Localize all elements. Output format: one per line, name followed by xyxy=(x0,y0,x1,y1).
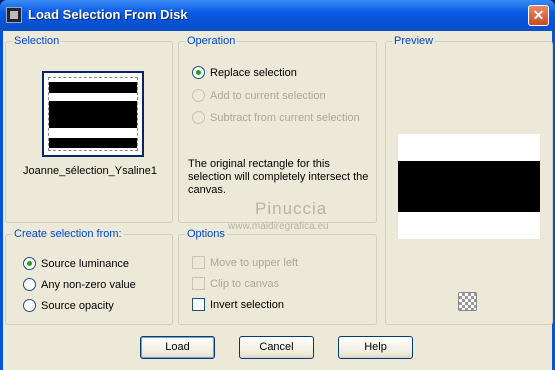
dialog-client: Selection Joanne_sélection_Ysaline1 Oper… xyxy=(0,31,555,370)
operation-group-label: Operation xyxy=(185,35,238,47)
create-from-group: Create selection from: Source luminance … xyxy=(5,228,173,325)
selection-preview xyxy=(398,134,540,239)
options-group: Options Move to upper left Clip to canva… xyxy=(178,228,377,325)
preview-group-label: Preview xyxy=(392,35,436,47)
selection-group-label: Selection xyxy=(12,35,62,47)
radio-button-checked[interactable] xyxy=(192,66,205,79)
radio-button[interactable] xyxy=(23,299,36,312)
selection-group: Selection Joanne_sélection_Ysaline1 xyxy=(5,35,173,223)
dialog-window: Load Selection From Disk ✕ Selection Joa… xyxy=(0,0,555,370)
radio-button xyxy=(192,89,205,102)
radio-button xyxy=(192,111,205,124)
cancel-button[interactable]: Cancel xyxy=(239,336,314,359)
create-from-group-label: Create selection from: xyxy=(12,228,124,240)
close-button[interactable]: ✕ xyxy=(528,5,549,26)
preview-band xyxy=(398,161,540,212)
radio-label: Source opacity xyxy=(41,300,114,312)
watermark-text: Pinuccia xyxy=(255,199,328,218)
title-bar[interactable]: Load Selection From Disk ✕ xyxy=(0,0,555,31)
checkbox-label: Invert selection xyxy=(210,299,284,311)
radio-label: Source luminance xyxy=(41,258,130,270)
selection-thumbnail[interactable] xyxy=(42,71,144,157)
options-group-label: Options xyxy=(185,228,227,240)
help-button[interactable]: Help xyxy=(338,336,413,359)
load-button[interactable]: Load xyxy=(140,336,215,359)
thumbnail-image xyxy=(48,77,138,151)
thumbnail-top-band xyxy=(49,82,137,93)
checkbox-label: Move to upper left xyxy=(210,257,299,269)
checkbox xyxy=(192,277,205,290)
thumbnail-bottom-band xyxy=(49,138,137,148)
selection-file-name: Joanne_sélection_Ysaline1 xyxy=(23,165,157,177)
watermark-url: www.maidiregrafica.eu xyxy=(228,221,329,232)
thumbnail-middle-band xyxy=(49,101,137,128)
operation-info-text: The original rectangle for this selectio… xyxy=(188,158,369,196)
checkerboard-icon[interactable] xyxy=(458,292,477,311)
checkbox-label: Clip to canvas xyxy=(210,278,280,290)
radio-label: Any non-zero value xyxy=(41,279,136,291)
radio-label: Replace selection xyxy=(210,67,297,79)
radio-button[interactable] xyxy=(23,278,36,291)
operation-group: Operation Replace selection Add to curre… xyxy=(178,35,377,223)
radio-label: Subtract from current selection xyxy=(210,112,360,124)
app-icon xyxy=(6,7,22,23)
window-title: Load Selection From Disk xyxy=(28,7,188,22)
radio-label: Add to current selection xyxy=(210,90,326,102)
radio-button-checked[interactable] xyxy=(23,257,36,270)
checkbox xyxy=(192,256,205,269)
checkbox[interactable] xyxy=(192,298,205,311)
